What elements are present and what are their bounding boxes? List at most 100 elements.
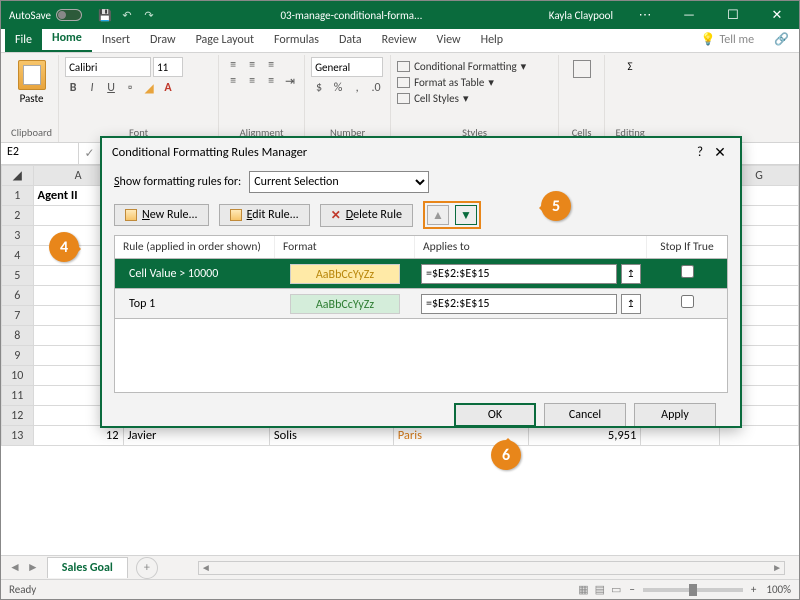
undo-icon[interactable]: ↶ — [120, 9, 134, 22]
delete-rule-button[interactable]: ✕Delete Rule — [320, 204, 413, 227]
row-header[interactable]: 4 — [2, 246, 34, 266]
row-header[interactable]: 8 — [2, 326, 34, 346]
underline-button[interactable]: U — [103, 80, 119, 96]
fx-icon[interactable]: ✓ — [79, 143, 101, 164]
rule-row[interactable]: Top 1 AaBbCcYyZz ↥ — [114, 289, 728, 319]
view-page-icon[interactable]: ▤ — [595, 583, 605, 596]
quick-access-toolbar: 💾 ↶ ↷ — [90, 9, 164, 22]
tab-data[interactable]: Data — [329, 29, 372, 52]
dialog-close-button[interactable]: ✕ — [710, 144, 730, 161]
close-button[interactable]: ✕ — [755, 8, 799, 23]
horizontal-scrollbar[interactable] — [198, 561, 785, 575]
currency-icon[interactable]: $ — [311, 80, 327, 96]
apply-button[interactable]: Apply — [634, 403, 716, 427]
select-all[interactable]: ◢ — [2, 166, 34, 186]
align-mid-icon[interactable]: ≡ — [244, 57, 260, 73]
bold-button[interactable]: B — [65, 80, 81, 96]
tab-review[interactable]: Review — [372, 29, 427, 52]
name-box[interactable]: E2 — [1, 143, 79, 164]
row-header[interactable]: 1 — [2, 186, 34, 206]
new-rule-button[interactable]: New Rule... — [114, 204, 209, 226]
paste-icon — [18, 60, 46, 90]
cs-icon — [397, 93, 410, 104]
stop-if-true-checkbox[interactable] — [681, 295, 694, 308]
ok-button[interactable]: OK — [454, 403, 536, 427]
row-header[interactable]: 7 — [2, 306, 34, 326]
save-icon[interactable]: 💾 — [98, 9, 112, 22]
row-header[interactable]: 11 — [2, 386, 34, 406]
scope-select[interactable]: Current Selection — [249, 171, 429, 193]
tab-home[interactable]: Home — [42, 27, 92, 52]
font-size[interactable] — [153, 57, 183, 77]
cell-styles-button[interactable]: Cell Styles ▾ — [397, 91, 552, 106]
share-icon[interactable]: 🔗 — [764, 28, 799, 52]
move-up-button[interactable]: ▲ — [427, 205, 449, 225]
applies-to-input[interactable] — [421, 294, 617, 314]
sheet-tabs-bar: ◄ ► Sales Goal + — [1, 555, 799, 579]
align-center-icon[interactable]: ≡ — [244, 73, 260, 89]
align-bot-icon[interactable]: ≡ — [263, 57, 279, 73]
autosave-toggle[interactable] — [56, 9, 82, 21]
tab-file[interactable]: File — [5, 29, 42, 52]
add-sheet-button[interactable]: + — [136, 557, 158, 579]
row-header[interactable]: 9 — [2, 346, 34, 366]
move-down-button[interactable]: ▼ — [455, 205, 477, 225]
view-break-icon[interactable]: ▭ — [611, 583, 621, 596]
sheet-nav-next[interactable]: ► — [27, 560, 39, 575]
italic-button[interactable]: I — [84, 80, 100, 96]
row-header[interactable]: 5 — [2, 266, 34, 286]
dialog-help-button[interactable]: ? — [690, 145, 710, 160]
number-format[interactable] — [311, 57, 383, 77]
sheet-tab[interactable]: Sales Goal — [47, 557, 128, 578]
editing-icon[interactable]: Σ — [628, 60, 633, 73]
zoom-out[interactable]: − — [629, 583, 634, 596]
font-name[interactable] — [65, 57, 151, 77]
range-picker-icon[interactable]: ↥ — [621, 294, 641, 314]
row-header[interactable]: 2 — [2, 206, 34, 226]
applies-to-input[interactable] — [421, 264, 617, 284]
cells-icon[interactable] — [573, 60, 591, 78]
tab-help[interactable]: Help — [471, 29, 514, 52]
file-name: 03-manage-conditional-forma... — [164, 9, 539, 22]
fill-color-button[interactable]: ◢ — [141, 80, 157, 96]
ribbon-options-icon[interactable]: ⋯ — [623, 8, 667, 23]
border-button[interactable]: ▫ — [122, 80, 138, 96]
title-bar: AutoSave 💾 ↶ ↷ 03-manage-conditional-for… — [1, 1, 799, 29]
stop-if-true-checkbox[interactable] — [681, 265, 694, 278]
tab-view[interactable]: View — [427, 29, 471, 52]
font-color-button[interactable]: A — [160, 80, 176, 96]
row-header[interactable]: 6 — [2, 286, 34, 306]
edit-rule-button[interactable]: Edit Rule... — [219, 204, 310, 226]
rule-row[interactable]: Cell Value > 10000 AaBbCcYyZz ↥ — [114, 259, 728, 289]
row-header[interactable]: 12 — [2, 406, 34, 426]
conditional-formatting-button[interactable]: Conditional Formatting ▾ — [397, 59, 552, 74]
format-as-table-button[interactable]: Format as Table ▾ — [397, 75, 552, 90]
row-header[interactable]: 13 — [2, 426, 34, 446]
cancel-button[interactable]: Cancel — [544, 403, 626, 427]
zoom-level[interactable]: 100% — [756, 583, 791, 596]
paste-button[interactable]: Paste — [11, 57, 52, 108]
zoom-slider[interactable] — [643, 588, 743, 592]
range-picker-icon[interactable]: ↥ — [621, 264, 641, 284]
tab-draw[interactable]: Draw — [140, 29, 186, 52]
tab-page-layout[interactable]: Page Layout — [186, 29, 264, 52]
align-top-icon[interactable]: ≡ — [225, 57, 241, 73]
row-header[interactable]: 3 — [2, 226, 34, 246]
align-left-icon[interactable]: ≡ — [225, 73, 241, 89]
comma-icon[interactable]: , — [349, 80, 365, 96]
align-right-icon[interactable]: ≡ — [263, 73, 279, 89]
redo-icon[interactable]: ↷ — [142, 9, 156, 22]
user-name[interactable]: Kayla Claypool — [539, 9, 623, 22]
minimize-button[interactable]: — — [667, 8, 711, 23]
dialog-title: Conditional Formatting Rules Manager — [112, 145, 690, 160]
sheet-nav-prev[interactable]: ◄ — [9, 560, 21, 575]
percent-icon[interactable]: % — [330, 80, 346, 96]
row-header[interactable]: 10 — [2, 366, 34, 386]
tab-formulas[interactable]: Formulas — [264, 29, 329, 52]
maximize-button[interactable]: ☐ — [711, 8, 755, 23]
inc-dec-icon[interactable]: .0 — [368, 80, 384, 96]
tell-me[interactable]: 💡Tell me — [691, 28, 764, 52]
indent-icon[interactable]: ⇥ — [282, 73, 298, 89]
view-normal-icon[interactable]: ▦ — [578, 583, 588, 596]
tab-insert[interactable]: Insert — [92, 29, 140, 52]
